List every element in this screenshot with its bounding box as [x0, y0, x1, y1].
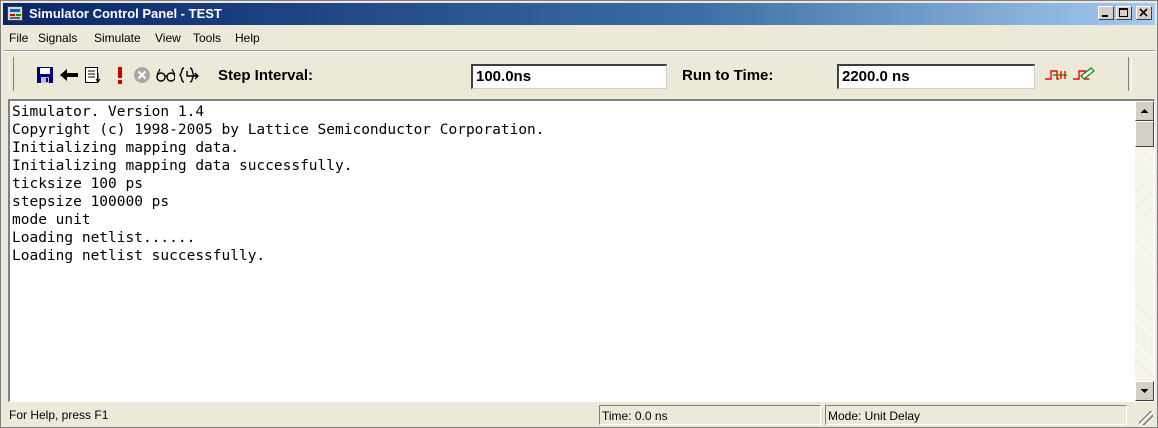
output-console[interactable]: Simulator. Version 1.4 Copyright (c) 199… [8, 99, 1155, 402]
menu-signals[interactable]: Signals [38, 31, 77, 45]
toolbar: Step Interval: 100.0ns Run to Time: 2200… [3, 53, 1155, 97]
arrow-up-icon [1140, 109, 1149, 113]
status-time: Time: 0.0 ns [599, 405, 821, 425]
back-arrow-icon[interactable] [59, 65, 79, 85]
status-bar: For Help, press F1 Time: 0.0 ns Mode: Un… [3, 403, 1155, 427]
exclamation-icon[interactable] [110, 65, 130, 85]
menu-separator [3, 50, 1155, 52]
maximize-icon [1119, 8, 1128, 17]
console-line: Loading netlist...... [12, 230, 196, 246]
close-icon [1139, 8, 1148, 17]
scroll-down-button[interactable] [1135, 381, 1154, 401]
console-line: Initializing mapping data successfully. [12, 158, 353, 174]
step-into-icon[interactable] [179, 65, 199, 85]
waveform-icon[interactable] [1043, 65, 1069, 85]
menu-bar: File Signals Simulate View Tools Help [3, 27, 1155, 47]
glasses-icon[interactable] [155, 65, 175, 85]
menu-file[interactable]: File [9, 31, 28, 45]
list-icon[interactable] [83, 65, 103, 85]
menu-help[interactable]: Help [235, 31, 260, 45]
minimize-button[interactable] [1098, 6, 1114, 20]
app-icon [7, 6, 23, 21]
console-line: ticksize 100 ps [12, 176, 143, 192]
scroll-up-button[interactable] [1135, 101, 1154, 121]
status-mode: Mode: Unit Delay [825, 405, 1127, 425]
maximize-button[interactable] [1116, 6, 1132, 20]
vertical-scrollbar[interactable] [1135, 101, 1154, 401]
step-interval-input[interactable]: 100.0ns [471, 64, 667, 89]
status-help: For Help, press F1 [9, 408, 109, 422]
stop-icon[interactable] [132, 65, 152, 85]
toolbar-end-separator [1128, 57, 1132, 91]
close-button[interactable] [1136, 6, 1152, 20]
menu-simulate[interactable]: Simulate [94, 31, 141, 45]
simulator-window: Simulator Control Panel - TEST File Sign… [0, 0, 1158, 428]
save-icon[interactable] [35, 65, 55, 85]
console-line: stepsize 100000 ps [12, 194, 170, 210]
arrow-down-icon [1140, 389, 1149, 393]
console-line: Simulator. Version 1.4 [12, 104, 205, 120]
console-line: Initializing mapping data. [12, 140, 239, 156]
toolbar-grip[interactable] [9, 57, 14, 91]
run-to-time-label: Run to Time: [682, 67, 774, 84]
run-to-time-input[interactable]: 2200.0 ns [837, 64, 1035, 89]
console-line: mode unit [12, 212, 91, 228]
console-line: Copyright (c) 1998-2005 by Lattice Semic… [12, 122, 545, 138]
scroll-thumb[interactable] [1135, 121, 1154, 147]
minimize-icon [1102, 15, 1108, 17]
console-output: Simulator. Version 1.4 Copyright (c) 199… [12, 103, 545, 265]
step-interval-label: Step Interval: [218, 67, 314, 84]
waveform-edit-icon[interactable] [1071, 65, 1097, 85]
menu-tools[interactable]: Tools [193, 31, 221, 45]
resize-grip-icon[interactable] [1139, 411, 1153, 425]
console-line: Loading netlist successfully. [12, 248, 266, 264]
title-bar[interactable]: Simulator Control Panel - TEST [3, 3, 1155, 25]
window-title: Simulator Control Panel - TEST [29, 6, 222, 21]
menu-view[interactable]: View [155, 31, 181, 45]
